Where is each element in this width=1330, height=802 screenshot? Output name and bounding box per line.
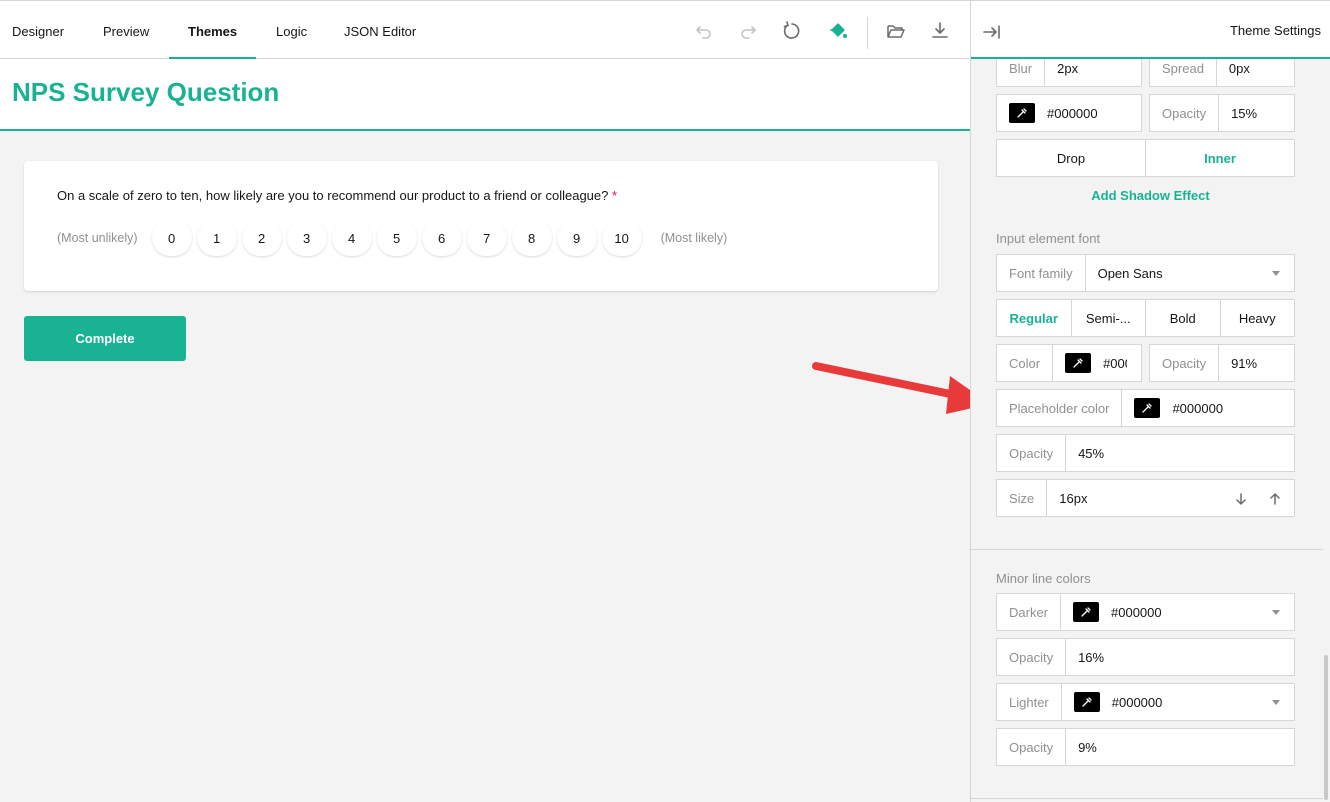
weight-bold-option[interactable]: Bold (1146, 300, 1221, 336)
field-value[interactable]: Open Sans (1086, 266, 1163, 281)
field-label: Opacity (997, 639, 1067, 675)
field-value[interactable]: 2px (1045, 61, 1078, 76)
field-label: Opacity (1150, 95, 1220, 131)
eyedropper-icon[interactable] (1065, 353, 1092, 373)
eyedropper-icon[interactable] (1134, 398, 1161, 418)
rating-item[interactable]: 1 (196, 220, 237, 256)
rating-item[interactable]: 5 (376, 220, 417, 256)
rating-min-label: (Most unlikely) (57, 231, 138, 245)
rating-item[interactable]: 4 (331, 220, 372, 256)
field-value[interactable]: 91% (1219, 356, 1257, 371)
placeholder-color-field[interactable]: Placeholder color #000000 (996, 389, 1295, 427)
survey-header: NPS Survey Question (0, 59, 970, 131)
required-mark: * (611, 188, 618, 203)
eyedropper-icon[interactable] (1073, 692, 1100, 712)
shadow-opacity-field[interactable]: Opacity 15% (1149, 94, 1295, 132)
survey-title[interactable]: NPS Survey Question (12, 77, 279, 108)
font-family-select[interactable]: Font family Open Sans (996, 254, 1295, 292)
tab-preview[interactable]: Preview (84, 1, 168, 59)
paint-bucket-icon[interactable] (826, 19, 850, 43)
toolbar-divider (867, 17, 868, 49)
rating-item[interactable]: 3 (286, 220, 327, 256)
color-value[interactable]: #000000 (1091, 356, 1127, 371)
darker-opacity-field[interactable]: Opacity 16% (996, 638, 1295, 676)
decrease-arrow-icon[interactable] (1234, 492, 1248, 506)
field-value[interactable]: 45% (1066, 446, 1104, 461)
rating-item[interactable]: 8 (511, 220, 552, 256)
placeholder-opacity-field[interactable]: Opacity 45% (996, 434, 1295, 472)
weight-regular-option[interactable]: Regular (997, 300, 1072, 336)
minor-line-group-label: Minor line colors (996, 571, 1091, 586)
reset-icon[interactable] (780, 19, 804, 43)
field-label: Color (997, 345, 1054, 381)
section-divider (971, 798, 1323, 799)
panel-scrollbar[interactable] (1324, 655, 1328, 800)
increase-arrow-icon[interactable] (1268, 492, 1282, 506)
shadow-color-field[interactable]: #000000 (996, 94, 1142, 132)
color-value[interactable]: #000000 (1100, 695, 1163, 710)
chevron-down-icon[interactable] (1272, 700, 1280, 705)
font-color-field[interactable]: Color #000000 (996, 344, 1142, 382)
theme-settings-panel: Theme Settings Blur 2px Spread 0px Theme… (970, 0, 1330, 802)
eyedropper-icon[interactable] (1009, 103, 1035, 123)
field-value[interactable]: 16px (1047, 491, 1087, 506)
download-icon[interactable] (928, 19, 952, 43)
darker-color-field[interactable]: Darker #000000 (996, 593, 1295, 631)
field-value[interactable]: 0px (1217, 61, 1250, 76)
question-card[interactable]: On a scale of zero to ten, how likely ar… (24, 161, 938, 291)
chevron-down-icon[interactable] (1272, 271, 1280, 276)
font-size-field[interactable]: Size 16px (996, 479, 1295, 517)
chevron-down-icon[interactable] (1272, 610, 1280, 615)
field-value[interactable]: 15% (1219, 106, 1257, 121)
rating-item[interactable]: 10 (601, 220, 642, 256)
rating-item[interactable]: 2 (241, 220, 282, 256)
field-label: Font family (997, 255, 1086, 291)
panel-title: Theme Settings (1229, 23, 1321, 38)
section-divider (971, 549, 1323, 550)
question-text: On a scale of zero to ten, how likely ar… (57, 188, 609, 203)
field-label: Opacity (997, 435, 1067, 471)
rating-item[interactable]: 0 (151, 220, 192, 256)
rating-scale: (Most unlikely) 0 1 2 3 4 5 6 7 8 9 10 (… (57, 220, 727, 256)
shadow-inner-option[interactable]: Inner (1146, 140, 1294, 176)
lighter-color-field[interactable]: Lighter #000000 (996, 683, 1295, 721)
weight-heavy-option[interactable]: Heavy (1221, 300, 1295, 336)
field-label: Opacity (1150, 345, 1220, 381)
rating-item[interactable]: 9 (556, 220, 597, 256)
rating-item[interactable]: 7 (466, 220, 507, 256)
panel-header-bg: Theme Settings (971, 0, 1330, 59)
field-label: Darker (997, 594, 1062, 630)
tab-designer[interactable]: Designer (0, 1, 83, 59)
font-weight-toggle: Regular Semi-... Bold Heavy (996, 299, 1295, 337)
input-font-group-label: Input element font (996, 231, 1101, 246)
field-label: Placeholder color (997, 390, 1123, 426)
weight-semibold-option[interactable]: Semi-... (1072, 300, 1146, 336)
lighter-opacity-field[interactable]: Opacity 9% (996, 728, 1295, 766)
field-label: Lighter (997, 684, 1062, 720)
eyedropper-icon[interactable] (1073, 602, 1100, 622)
tab-themes[interactable]: Themes (169, 1, 257, 59)
rating-max-label: (Most likely) (660, 231, 728, 245)
add-shadow-effect-link[interactable]: Add Shadow Effect (971, 188, 1330, 203)
shadow-drop-option[interactable]: Drop (997, 140, 1146, 176)
rating-item[interactable]: 6 (421, 220, 462, 256)
top-toolbar: Designer Preview Themes Logic JSON Edito… (0, 0, 970, 59)
shadow-type-toggle: Drop Inner (996, 139, 1295, 177)
color-value[interactable]: #000000 (1160, 401, 1223, 416)
tab-logic[interactable]: Logic (257, 1, 326, 59)
question-title[interactable]: On a scale of zero to ten, how likely ar… (57, 188, 617, 203)
collapse-panel-icon[interactable] (981, 21, 1003, 43)
open-folder-icon[interactable] (884, 19, 908, 43)
undo-icon[interactable] (692, 19, 716, 43)
redo-icon[interactable] (736, 19, 760, 43)
field-value[interactable]: 9% (1066, 740, 1097, 755)
field-label: Opacity (997, 729, 1067, 765)
font-opacity-field[interactable]: Opacity 91% (1149, 344, 1295, 382)
complete-button[interactable]: Complete (24, 316, 186, 361)
color-value[interactable]: #000000 (1099, 605, 1162, 620)
color-value[interactable]: #000000 (1035, 106, 1098, 121)
field-value[interactable]: 16% (1066, 650, 1104, 665)
tab-json-editor[interactable]: JSON Editor (325, 1, 435, 59)
field-label: Size (997, 480, 1048, 516)
